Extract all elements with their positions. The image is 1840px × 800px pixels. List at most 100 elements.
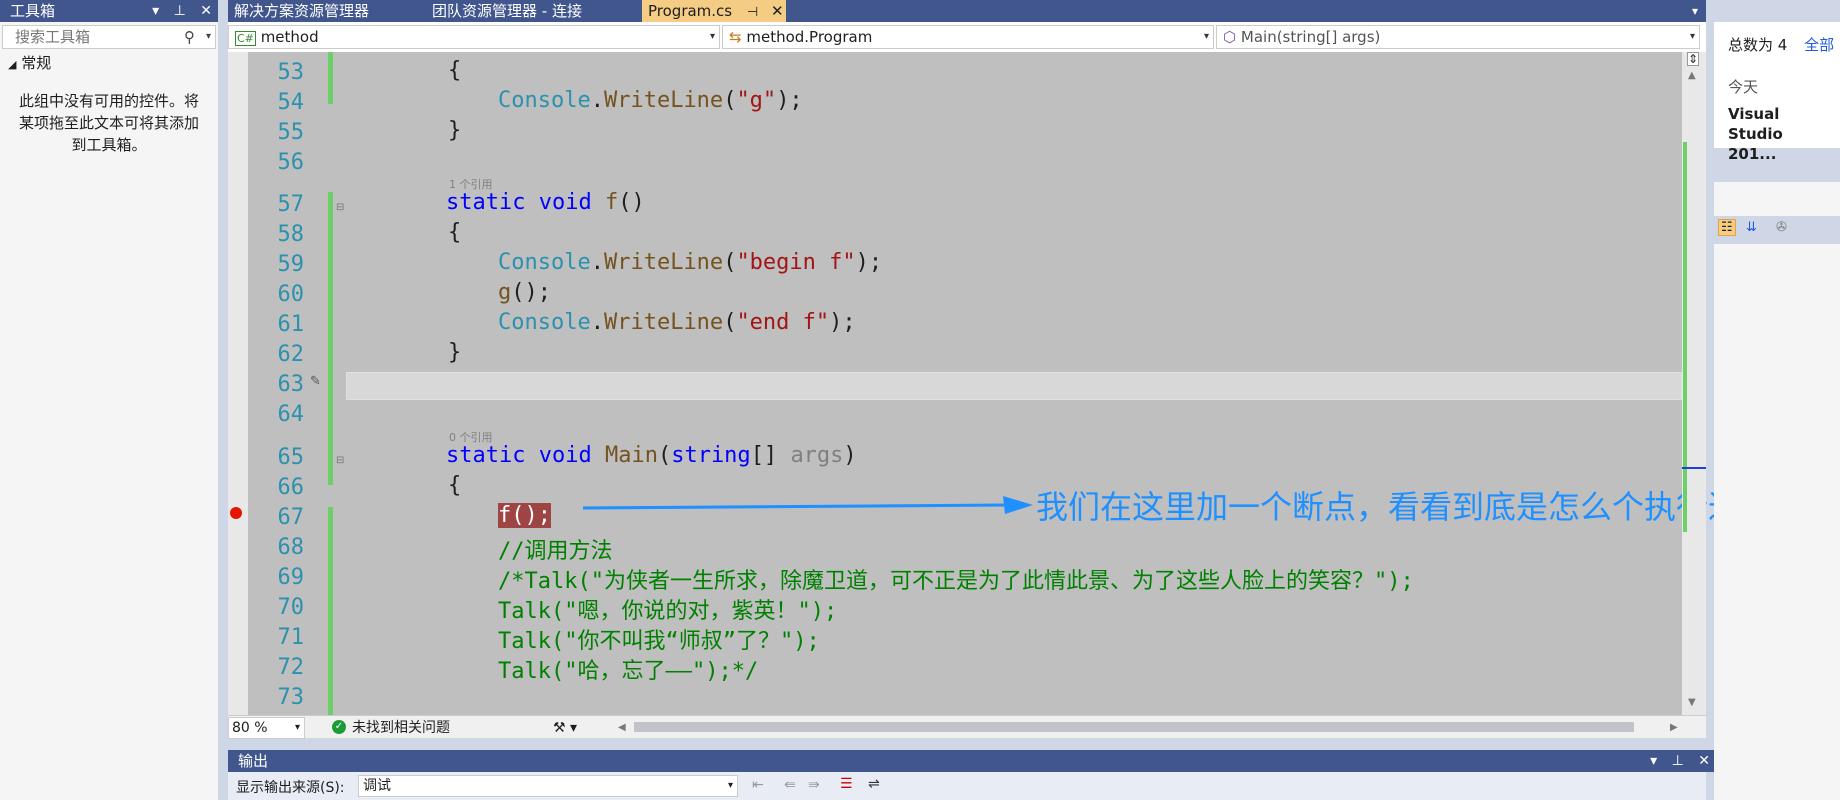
close-icon[interactable]: ✕: [771, 2, 784, 20]
scroll-left-icon[interactable]: ◀: [618, 718, 626, 738]
token-string: "begin f": [736, 250, 856, 275]
line-number: 61: [277, 312, 305, 337]
cleanup-icon[interactable]: ⚒ ▾: [553, 718, 577, 738]
output-title-bar: 输出 ▾ ⊥ ✕: [228, 750, 1716, 772]
line-number: 62: [277, 342, 305, 367]
zoom-dropdown[interactable]: 80 % ▾: [228, 717, 305, 739]
notifications-panel: 总数为 4 全部 今天 Visual Studio 201...: [1714, 22, 1840, 163]
close-icon[interactable]: ✕: [200, 3, 212, 19]
breakpoint-statement[interactable]: f();: [498, 503, 551, 528]
property-pages-icon[interactable]: ✇: [1776, 220, 1787, 235]
code-line-58: {: [448, 220, 461, 245]
code-line-54: Console.WriteLine("g");: [498, 88, 803, 113]
scroll-down-icon[interactable]: ▼: [1688, 697, 1696, 708]
editor-status-strip: 80 % ▾ ✓ 未找到相关问题 ⚒ ▾ ◀ ▶: [228, 715, 1706, 739]
tab-overflow-icon[interactable]: ▾: [1692, 0, 1698, 22]
clear-all-icon[interactable]: ☰: [840, 776, 853, 792]
code-line-53: {: [448, 58, 461, 83]
dropdown-icon[interactable]: ▾: [1650, 753, 1657, 769]
collapse-triangle-icon[interactable]: ◢: [8, 58, 16, 71]
line-number: 59: [277, 252, 305, 277]
scroll-right-icon[interactable]: ▶: [1670, 718, 1678, 738]
previous-message-icon[interactable]: ⇚: [784, 777, 796, 793]
code-line-62: }: [448, 340, 461, 365]
token-string: "end f": [736, 310, 830, 335]
dropdown-icon[interactable]: ▾: [152, 3, 159, 19]
csharp-icon: C#: [235, 31, 256, 46]
annotation-text: 我们在这里加一个断点，看看到底是怎么个执行过程: [1036, 488, 1773, 526]
tab-label: Program.cs: [648, 2, 733, 20]
toolbox-empty-message: 此组中没有可用的控件。将某项拖至此文本可将其添加到工具箱。: [18, 92, 199, 154]
tab-solution-explorer[interactable]: 解决方案资源管理器: [228, 0, 424, 22]
code-line-68: //调用方法: [498, 539, 613, 564]
scroll-up-icon[interactable]: ▲: [1688, 70, 1696, 81]
alphabetical-icon[interactable]: ⇊: [1746, 220, 1757, 235]
next-message-icon[interactable]: ⇛: [808, 777, 820, 793]
brace: {: [448, 220, 462, 245]
project-dropdown[interactable]: C# method ▾: [228, 25, 720, 49]
issues-status[interactable]: 未找到相关问题: [352, 718, 450, 738]
code-line-61: Console.WriteLine("end f");: [498, 310, 856, 335]
scrollbar-change-marker: [1683, 142, 1687, 532]
search-icon[interactable]: ⚲: [184, 26, 195, 48]
chevron-down-icon: ▾: [709, 31, 715, 42]
token-class: Console: [498, 250, 591, 275]
line-number: 71: [277, 625, 305, 650]
quick-action-icon[interactable]: ✎: [310, 374, 321, 389]
code-line-65: static void Main(string[] args): [446, 443, 857, 468]
pin-icon[interactable]: ⊥: [1672, 753, 1684, 769]
toolbox-search-input[interactable]: 搜索工具箱 ⚲ ▾: [2, 25, 216, 49]
vertical-scrollbar[interactable]: ⇕ ▲ ▼: [1682, 52, 1706, 715]
check-circle-icon: ✓: [332, 720, 346, 734]
tab-team-explorer[interactable]: 团队资源管理器 - 连接: [426, 0, 622, 22]
token-class: Console: [498, 88, 591, 113]
notification-item[interactable]: Visual Studio 201...: [1728, 104, 1836, 164]
class-dropdown-value: method.Program: [746, 28, 873, 46]
token-class: Console: [498, 310, 591, 335]
chevron-down-icon[interactable]: ▾: [206, 26, 211, 48]
token-method: f: [604, 190, 619, 215]
line-number: 70: [277, 595, 305, 620]
code-line-57: static void f(): [446, 190, 645, 215]
line-number: 53: [277, 60, 305, 85]
collapse-outline-icon[interactable]: ⊟: [336, 202, 344, 213]
token-method: Main: [604, 443, 658, 468]
tab-program-cs[interactable]: Program.cs ⊣ ✕: [642, 0, 786, 22]
token-keyword: static: [446, 190, 526, 215]
toolbox-group-label: 常规: [21, 54, 52, 72]
indicator-margin[interactable]: [228, 52, 248, 715]
pin-icon[interactable]: ⊣: [747, 5, 758, 20]
pin-icon[interactable]: ⊥: [174, 3, 186, 19]
member-dropdown[interactable]: ⬡ Main(string[] args) ▾: [1216, 25, 1700, 49]
output-source-value: 调试: [363, 778, 391, 794]
output-source-dropdown[interactable]: 调试 ▾: [358, 775, 738, 797]
code-line-66: {: [448, 473, 461, 498]
toolbox-group-general[interactable]: ◢ 常规: [0, 52, 218, 74]
code-line-59: Console.WriteLine("begin f");: [498, 250, 883, 275]
horizontal-scrollbar[interactable]: [634, 722, 1634, 732]
line-number: 55: [277, 120, 305, 145]
token-method: WriteLine: [603, 88, 724, 113]
class-dropdown[interactable]: ⇆ method.Program ▾: [722, 25, 1214, 49]
split-icon[interactable]: ⇕: [1687, 52, 1700, 66]
brace: {: [448, 473, 462, 498]
line-number: 73: [277, 685, 305, 710]
document-tab-bar: 解决方案资源管理器 团队资源管理器 - 连接 Program.cs ⊣ ✕ ▾: [228, 0, 1706, 22]
breakpoint-icon[interactable]: [230, 507, 242, 519]
toolbox-title: 工具箱: [10, 2, 56, 20]
zoom-value: 80 %: [232, 720, 268, 736]
token-keyword: string: [671, 443, 751, 468]
line-number: 57: [277, 192, 305, 217]
line-number: 65: [277, 445, 305, 470]
find-message-icon[interactable]: ⇤: [752, 777, 764, 793]
project-dropdown-value: method: [260, 28, 319, 46]
token-keyword: void: [538, 443, 592, 468]
collapse-outline-icon[interactable]: ⊟: [336, 455, 344, 466]
toolbox-panel: 工具箱 ▾ ⊥ ✕ 搜索工具箱 ⚲ ▾ ◢ 常规 此组中没有可用的控件。将某项拖…: [0, 0, 220, 800]
close-icon[interactable]: ✕: [1698, 753, 1710, 769]
categorized-icon[interactable]: ☷: [1718, 219, 1736, 236]
brace: }: [448, 118, 462, 143]
word-wrap-icon[interactable]: ⇌: [868, 776, 880, 792]
notifications-all-link[interactable]: 全部: [1804, 36, 1834, 54]
code-editor[interactable]: 53 54 55 56 57 58 59 60 61 62 63 64 65 6…: [228, 52, 1772, 717]
